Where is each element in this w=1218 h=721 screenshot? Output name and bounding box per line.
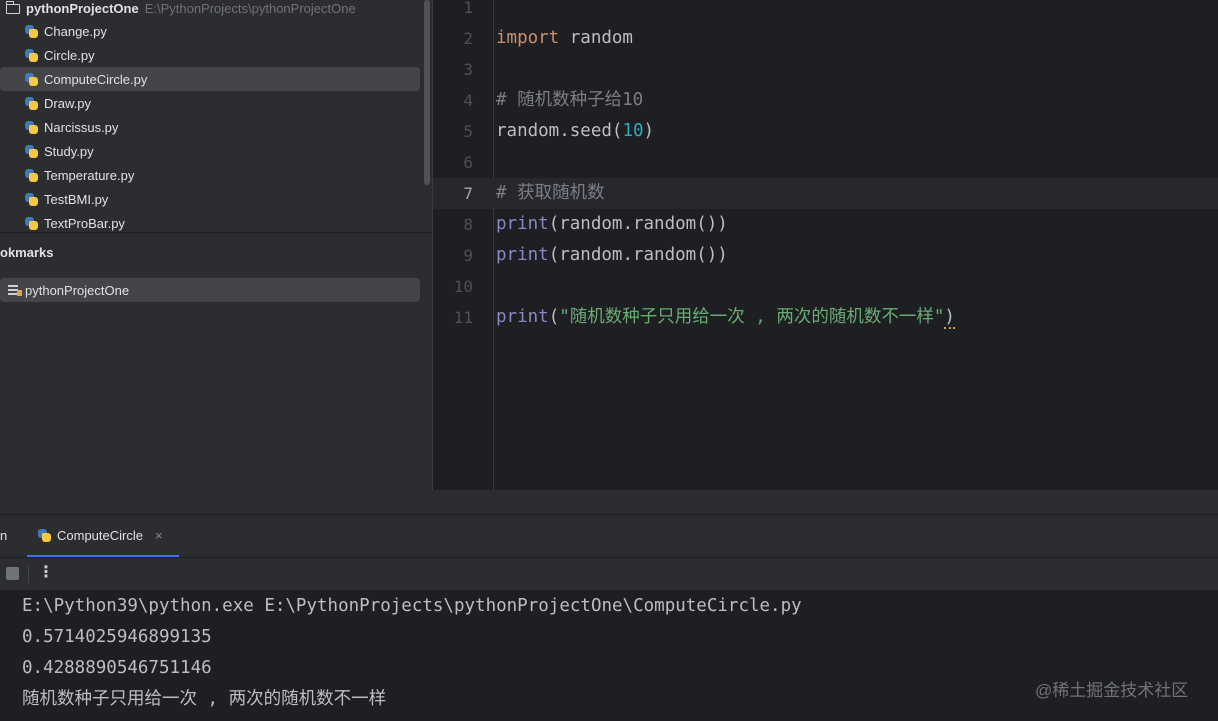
stop-button[interactable]: [6, 567, 19, 580]
python-file-icon: [25, 48, 38, 62]
bookmark-item[interactable]: pythonProjectOne: [0, 278, 420, 302]
console-line: 0.4288890546751146: [22, 658, 212, 678]
file-item[interactable]: Study.py: [0, 139, 420, 163]
code-text: print("随机数种子只用给一次 , 两次的随机数不一样"): [496, 307, 955, 329]
project-root-name: pythonProjectOne: [26, 1, 139, 16]
code-line: 9 print(random.random()): [433, 240, 1218, 271]
code-line: 11 print("随机数种子只用给一次 , 两次的随机数不一样"): [433, 302, 1218, 333]
file-item[interactable]: TestBMI.py: [0, 187, 420, 211]
toolbar-divider: [28, 565, 29, 583]
line-number: 7: [463, 184, 473, 203]
line-number: 8: [463, 215, 473, 234]
code-line: 8 print(random.random()): [433, 209, 1218, 240]
folder-icon: [5, 0, 20, 14]
line-number: 10: [453, 277, 473, 296]
bookmark-list-icon: [8, 285, 22, 296]
console-line: 随机数种子只用给一次 , 两次的随机数不一样: [22, 689, 387, 709]
code-text: print(random.random()): [496, 214, 728, 234]
python-file-icon: [38, 528, 51, 542]
line-number: 5: [463, 122, 473, 141]
python-file-icon: [25, 144, 38, 158]
file-name: TextProBar.py: [44, 215, 125, 231]
project-root[interactable]: pythonProjectOne E:\PythonProjects\pytho…: [0, 0, 356, 17]
code-line: 5 random.seed(10): [433, 116, 1218, 147]
file-name: Draw.py: [44, 95, 91, 111]
run-console[interactable]: E:\Python39\python.exe E:\PythonProjects…: [0, 590, 1218, 721]
python-file-icon: [25, 72, 38, 86]
code-line: 2 import random: [433, 23, 1218, 54]
bookmark-label: pythonProjectOne: [25, 282, 130, 298]
code-line: 4 # 随机数种子给10: [433, 85, 1218, 116]
code-comment: # 随机数种子给10: [496, 90, 644, 110]
python-file-icon: [25, 96, 38, 110]
code-comment: # 获取随机数: [496, 183, 605, 203]
code-text: random.seed(10): [496, 121, 655, 141]
python-file-icon: [25, 192, 38, 206]
run-tab-bar: n ComputeCircle ×: [0, 514, 1218, 557]
bookmarks-panel: okmarks pythonProjectOne: [0, 232, 432, 515]
run-toolbar: ⋮: [0, 557, 1218, 591]
file-name: Circle.py: [44, 47, 95, 63]
file-item[interactable]: Circle.py: [0, 43, 420, 67]
more-options-icon[interactable]: ⋮: [38, 562, 54, 582]
file-name: Study.py: [44, 143, 94, 159]
code-editor[interactable]: 1 2 import random 3 4 # 随机数种子给10 5 rando…: [432, 0, 1218, 490]
console-line: 0.5714025946899135: [22, 627, 212, 647]
line-number: 9: [463, 246, 473, 265]
bookmarks-title: okmarks: [0, 245, 54, 260]
file-name: ComputeCircle.py: [44, 71, 148, 87]
file-item[interactable]: Draw.py: [0, 91, 420, 115]
line-number: 1: [463, 0, 473, 17]
python-file-icon: [25, 168, 38, 182]
code-line: 10: [433, 271, 1218, 302]
line-number: 11: [453, 308, 473, 327]
code-line-current: 7 # 获取随机数: [433, 178, 1218, 209]
run-tab-label: ComputeCircle: [57, 527, 143, 543]
run-tab-computecircle[interactable]: ComputeCircle ×: [27, 515, 179, 557]
project-root-path: E:\PythonProjects\pythonProjectOne: [144, 1, 356, 16]
code-line: 3: [433, 54, 1218, 85]
python-file-icon: [25, 120, 38, 134]
file-item[interactable]: Temperature.py: [0, 163, 420, 187]
file-name: TestBMI.py: [44, 191, 109, 207]
code-line: 6: [433, 147, 1218, 178]
project-scrollbar[interactable]: [424, 0, 430, 185]
line-number: 4: [463, 91, 473, 110]
python-file-icon: [25, 24, 38, 38]
code-text: import random: [496, 28, 633, 48]
close-icon[interactable]: ×: [155, 528, 163, 543]
code-text: print(random.random()): [496, 245, 728, 265]
file-name: Temperature.py: [44, 167, 135, 183]
file-name: Change.py: [44, 23, 107, 39]
line-number: 6: [463, 153, 473, 172]
line-number: 2: [463, 29, 473, 48]
console-line: E:\Python39\python.exe E:\PythonProjects…: [22, 596, 802, 616]
file-item[interactable]: Narcissus.py: [0, 115, 420, 139]
line-number: 3: [463, 60, 473, 79]
python-file-icon: [25, 216, 38, 230]
watermark: @稀土掘金技术社区: [1035, 681, 1189, 700]
file-item[interactable]: Change.py: [0, 19, 420, 43]
file-item-selected[interactable]: ComputeCircle.py: [0, 67, 420, 91]
run-window-label[interactable]: n: [0, 528, 7, 543]
file-name: Narcissus.py: [44, 119, 119, 135]
code-line: 1: [433, 0, 1218, 23]
project-tree: pythonProjectOne E:\PythonProjects\pytho…: [0, 0, 432, 232]
